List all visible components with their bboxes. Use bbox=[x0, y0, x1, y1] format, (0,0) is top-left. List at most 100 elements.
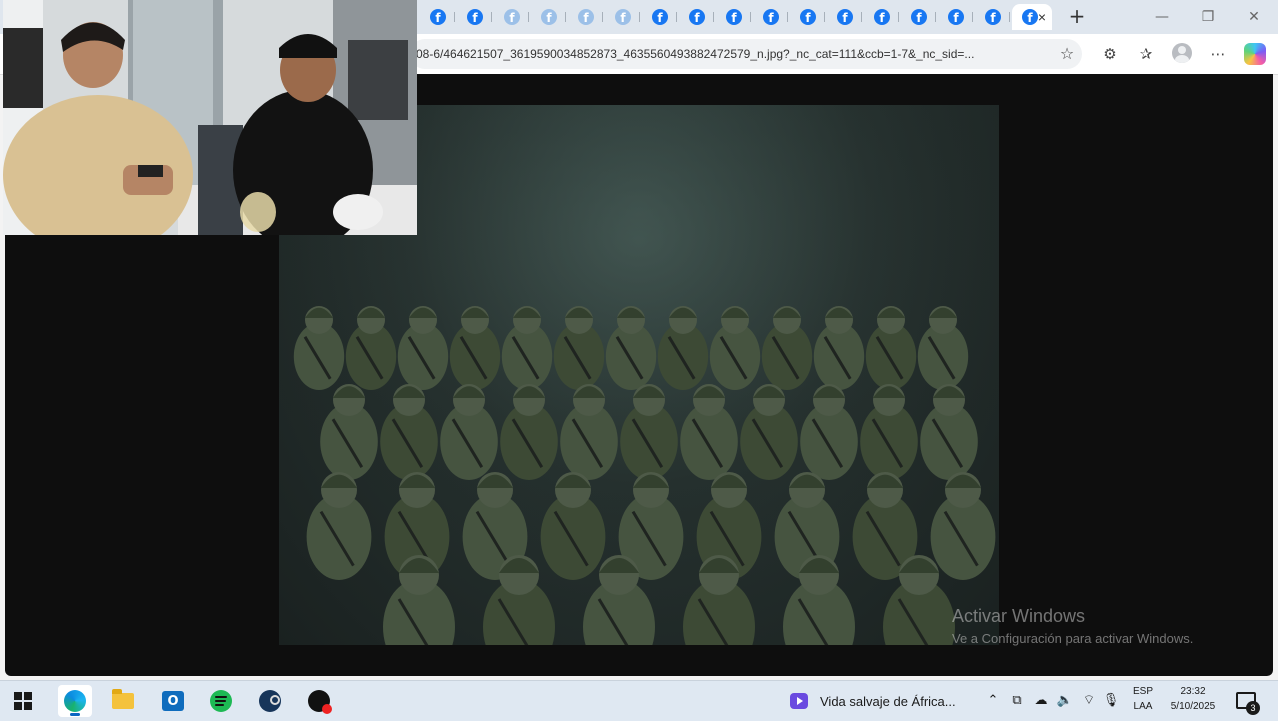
taskbar-spotify[interactable] bbox=[204, 685, 238, 717]
favorite-star-icon[interactable]: ☆ bbox=[1058, 45, 1076, 63]
start-button[interactable] bbox=[6, 685, 40, 717]
browser-tab[interactable]: f bbox=[864, 4, 901, 30]
restore-button[interactable]: ❐ bbox=[1198, 7, 1218, 27]
chevron-up-icon[interactable]: ⌃ bbox=[984, 691, 1002, 711]
browser-tab[interactable]: f bbox=[716, 4, 753, 30]
browser-tab[interactable]: f bbox=[494, 4, 531, 30]
outlook-icon: O bbox=[162, 691, 184, 711]
facebook-icon: f bbox=[985, 9, 1001, 25]
browser-tab[interactable]: f bbox=[827, 4, 864, 30]
tab-separator bbox=[861, 12, 862, 22]
browser-tab[interactable]: f bbox=[901, 4, 938, 30]
new-tab-button[interactable]: + bbox=[1066, 5, 1088, 27]
steam-icon bbox=[259, 690, 281, 712]
browser-window: f f f f f f f f f f f f f f f f f × + — ❐ ✕ 08-6/46462150… bbox=[0, 0, 1278, 680]
extensions-icon[interactable]: ⚙ bbox=[1100, 44, 1120, 64]
watermark-title: Activar Windows bbox=[952, 606, 1086, 626]
taskbar: O Vida salvaje de África... ⌃ ⧉ ☁ 🔈 ⌔ 🎙 … bbox=[0, 680, 1278, 721]
browser-tab-active[interactable]: f × bbox=[1012, 4, 1052, 30]
address-bar[interactable]: 08-6/464621507_3619590034852873_46355604… bbox=[410, 39, 1082, 69]
browser-tab[interactable]: f bbox=[790, 4, 827, 30]
browser-tab[interactable]: f bbox=[938, 4, 975, 30]
tab-separator bbox=[491, 12, 492, 22]
facebook-icon: f bbox=[911, 9, 927, 25]
taskbar-steam[interactable] bbox=[253, 685, 287, 717]
media-title: Vida salvaje de África... bbox=[820, 693, 956, 709]
facebook-icon: f bbox=[467, 9, 483, 25]
app-icon bbox=[308, 690, 332, 714]
browser-tab[interactable]: f bbox=[531, 4, 568, 30]
browser-tab[interactable]: f bbox=[679, 4, 716, 30]
taskbar-file-explorer[interactable] bbox=[106, 685, 140, 717]
facebook-icon: f bbox=[541, 9, 557, 25]
notification-center-button[interactable]: 3 bbox=[1234, 689, 1260, 715]
tab-separator bbox=[602, 12, 603, 22]
tab-separator bbox=[972, 12, 973, 22]
watermark-subtitle: Ve a Configuración para activar Windows. bbox=[952, 631, 1194, 646]
browser-tab[interactable]: f bbox=[605, 4, 642, 30]
video-player-icon bbox=[790, 693, 808, 709]
close-tab-icon[interactable]: × bbox=[1038, 9, 1046, 25]
spotify-icon bbox=[210, 690, 232, 712]
facebook-icon: f bbox=[874, 9, 890, 25]
profile-icon[interactable] bbox=[1172, 43, 1192, 63]
language-indicator[interactable]: ESP LAA bbox=[1128, 684, 1158, 714]
tray-app-icon[interactable]: ⧉ bbox=[1008, 691, 1026, 711]
tab-separator bbox=[824, 12, 825, 22]
wifi-icon[interactable]: ⌔ bbox=[1080, 691, 1098, 711]
tab-separator bbox=[713, 12, 714, 22]
tab-strip: f f f f f f f f f f f f f f f f f × bbox=[420, 4, 1052, 30]
facebook-icon: f bbox=[1022, 9, 1038, 25]
facebook-icon: f bbox=[689, 9, 705, 25]
tab-separator bbox=[639, 12, 640, 22]
facebook-icon: f bbox=[948, 9, 964, 25]
clock-time: 23:32 bbox=[1180, 686, 1206, 697]
tab-separator bbox=[898, 12, 899, 22]
browser-tab[interactable]: f bbox=[568, 4, 605, 30]
volume-icon[interactable]: 🔈 bbox=[1056, 691, 1074, 711]
more-options-icon[interactable]: ⋯ bbox=[1208, 44, 1228, 64]
webcam-overlay bbox=[3, 0, 417, 235]
clock[interactable]: 23:32 5/10/2025 bbox=[1162, 684, 1224, 714]
taskbar-app[interactable] bbox=[302, 685, 336, 717]
facebook-icon: f bbox=[615, 9, 631, 25]
tab-separator bbox=[454, 12, 455, 22]
start-icon bbox=[14, 692, 32, 710]
facebook-icon: f bbox=[430, 9, 446, 25]
browser-tab[interactable]: f bbox=[975, 4, 1012, 30]
clock-date: 5/10/2025 bbox=[1170, 701, 1216, 712]
microphone-icon[interactable]: 🎙 bbox=[1102, 691, 1120, 711]
tab-separator bbox=[528, 12, 529, 22]
tab-separator bbox=[935, 12, 936, 22]
copilot-icon[interactable] bbox=[1244, 43, 1266, 65]
facebook-icon: f bbox=[652, 9, 668, 25]
facebook-icon: f bbox=[726, 9, 742, 25]
file-explorer-icon bbox=[112, 689, 134, 709]
facebook-icon: f bbox=[837, 9, 853, 25]
tab-separator bbox=[750, 12, 751, 22]
tab-separator bbox=[676, 12, 677, 22]
activate-windows-watermark: Activar Windows Ve a Configuración para … bbox=[952, 606, 1193, 646]
keyboard-layout: LAA bbox=[1133, 701, 1153, 712]
media-widget[interactable]: Vida salvaje de África... bbox=[790, 689, 956, 713]
notification-badge: 3 bbox=[1246, 701, 1260, 715]
language-code: ESP bbox=[1132, 686, 1153, 697]
facebook-icon: f bbox=[763, 9, 779, 25]
close-window-button[interactable]: ✕ bbox=[1244, 7, 1264, 27]
facebook-icon: f bbox=[800, 9, 816, 25]
browser-tab[interactable]: f bbox=[457, 4, 494, 30]
taskbar-outlook[interactable]: O bbox=[156, 685, 190, 717]
tab-separator bbox=[565, 12, 566, 22]
browser-tab[interactable]: f bbox=[753, 4, 790, 30]
favorites-icon[interactable]: ✰ bbox=[1136, 44, 1156, 64]
tab-separator bbox=[787, 12, 788, 22]
minimize-button[interactable]: — bbox=[1152, 7, 1172, 27]
browser-tab[interactable]: f bbox=[642, 4, 679, 30]
facebook-icon: f bbox=[578, 9, 594, 25]
cloud-icon[interactable]: ☁ bbox=[1032, 691, 1050, 711]
facebook-icon: f bbox=[504, 9, 520, 25]
edge-icon bbox=[64, 690, 86, 712]
tab-separator bbox=[1009, 12, 1010, 22]
taskbar-edge[interactable] bbox=[58, 685, 92, 717]
browser-tab[interactable]: f bbox=[420, 4, 457, 30]
